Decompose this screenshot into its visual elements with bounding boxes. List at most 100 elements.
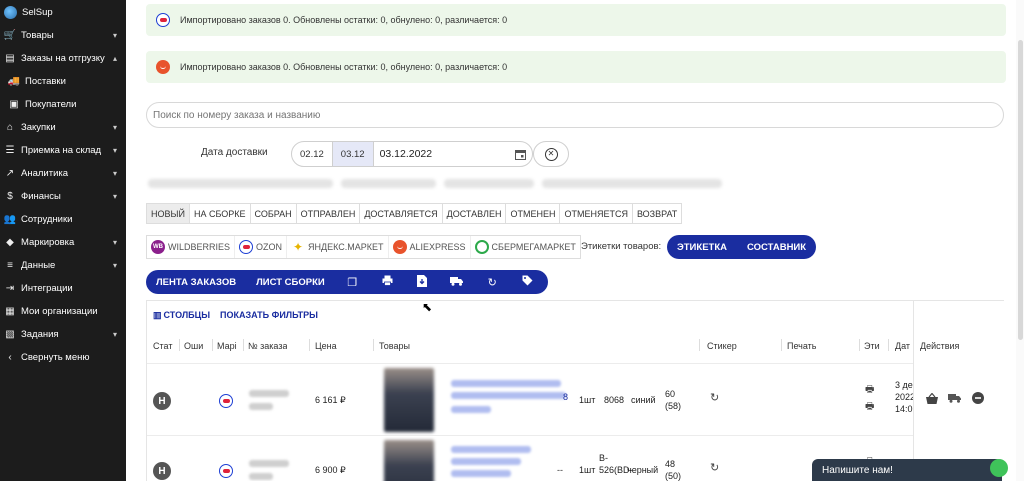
sidebar-item-label: Заказы на отгрузку	[21, 53, 105, 64]
sidebar-item-label: Поставки	[25, 76, 66, 87]
sidebar-item-0[interactable]: 🛒 Товары ▾	[0, 24, 126, 47]
sidebar: SelSup 🛒 Товары ▾ ▤ Заказы на отгрузку ▴ 🚚 Пост…	[0, 0, 126, 481]
product-link[interactable]	[451, 458, 521, 465]
cancel-circle-icon[interactable]	[972, 392, 984, 407]
status-tab-6[interactable]: ОТМЕНЕН	[506, 204, 561, 223]
date-time: 14:0	[895, 404, 913, 414]
aliexpress-icon	[156, 60, 170, 74]
plug-icon: ⇥	[5, 283, 15, 294]
sidebar-item-7[interactable]: $ Финансы ▾	[0, 185, 126, 208]
status-tab-2[interactable]: СОБРАН	[251, 204, 297, 223]
composite-label-button[interactable]: СОСТАВНИК	[737, 235, 816, 259]
sidebar-item-6[interactable]: ↗ Аналитика ▾	[0, 162, 126, 185]
orders-table: ▥ СТОЛБЦЫ ПОКАЗАТЬ ФИЛЬТРЫ Стат Оши Марі …	[146, 300, 1005, 481]
columns-button[interactable]: ▥ СТОЛБЦЫ	[153, 310, 210, 321]
header-goods[interactable]: Товары	[379, 341, 410, 351]
sidebar-item-11[interactable]: ⇥ Интеграции	[0, 277, 126, 300]
labels-title: Этикетки товаров:	[581, 241, 662, 252]
sidebar-item-5[interactable]: ☰ Приемка на склад ▾	[0, 139, 126, 162]
download-document-icon[interactable]	[405, 274, 440, 290]
product-link[interactable]	[451, 446, 531, 453]
pick-list-button[interactable]: ЛИСТ СБОРКИ	[246, 277, 335, 288]
status-tab-0[interactable]: НОВЫЙ	[147, 204, 190, 223]
refresh-icon[interactable]: ↻	[710, 461, 719, 474]
table-row[interactable]: Н 6 161 ₽ 8 1шт 8068 синий 60 (58) ↻ 🖶 🖶…	[147, 363, 1005, 435]
status-tab-5[interactable]: ДОСТАВЛЕН	[443, 204, 507, 223]
sidebar-item-3[interactable]: ▣ Покупатели	[0, 93, 126, 116]
label-button[interactable]: ЭТИКЕТКА	[667, 235, 737, 259]
date-chip-0312[interactable]: 03.12	[332, 142, 374, 166]
header-errors[interactable]: Оши	[184, 341, 210, 351]
show-filters-button[interactable]: ПОКАЗАТЬ ФИЛЬТРЫ	[220, 310, 318, 321]
search-input[interactable]	[146, 102, 1004, 128]
date-input[interactable]: 03.12.2022	[374, 148, 508, 160]
status-tab-3[interactable]: ОТПРАВЛЕН	[297, 204, 361, 223]
product-link[interactable]	[451, 406, 491, 413]
status-tab-8[interactable]: ВОЗВРАТ	[633, 204, 681, 223]
sidebar-item-14[interactable]: ‹ Свернуть меню	[0, 346, 126, 369]
page-scrollbar[interactable]	[1016, 0, 1024, 481]
print-icon[interactable]: 🖶	[865, 382, 874, 399]
brand-name: SelSup	[22, 6, 53, 18]
header-date[interactable]: Дат	[895, 341, 913, 351]
contact-card-icon: ▣	[9, 99, 19, 110]
product-link[interactable]	[451, 392, 566, 399]
orders-toolbar: ЛЕНТА ЗАКАЗОВ ЛИСТ СБОРКИ ❐ ↻	[146, 270, 548, 294]
sidebar-item-10[interactable]: ≡ Данные ▾	[0, 254, 126, 277]
marketplace-sbermegamarket[interactable]: СБЕРМЕГАМАРКЕТ	[471, 236, 580, 258]
tag-icon: ◆	[6, 237, 14, 248]
header-actions[interactable]: Действия	[920, 341, 959, 351]
calendar-icon[interactable]	[508, 142, 532, 166]
notice-text: Импортировано заказов 0. Обновлены остат…	[180, 62, 508, 72]
marketplace-ozon[interactable]: OZON	[235, 236, 288, 258]
marketplace-aliexpress[interactable]: ALIEXPRESS	[389, 236, 471, 258]
truck-icon[interactable]	[440, 276, 475, 289]
header-order-number[interactable]: № заказа	[248, 341, 287, 351]
product-link[interactable]	[451, 470, 511, 477]
status-tab-1[interactable]: НА СБОРКЕ	[190, 204, 251, 223]
header-price[interactable]: Цена	[315, 341, 337, 351]
chat-widget[interactable]: Напишите нам!	[812, 459, 1008, 481]
orders-feed-button[interactable]: ЛЕНТА ЗАКАЗОВ	[146, 277, 246, 288]
brand[interactable]: SelSup	[0, 0, 126, 24]
sidebar-item-label: Финансы	[21, 191, 61, 202]
sidebar-item-9[interactable]: ◆ Маркировка ▾	[0, 231, 126, 254]
product-link[interactable]	[451, 380, 561, 387]
tag-icon[interactable]	[510, 275, 545, 289]
header-status[interactable]: Стат	[153, 341, 179, 351]
product-thumbnail[interactable]	[384, 368, 434, 432]
refresh-icon[interactable]: ↻	[475, 276, 510, 289]
marketplace-wildberries[interactable]: WB WILDBERRIES	[147, 236, 236, 258]
truck-icon[interactable]	[948, 393, 962, 406]
header-print[interactable]: Печать	[787, 341, 816, 351]
sidebar-item-12[interactable]: ▦ Мои организации	[0, 300, 126, 323]
print-icon[interactable]	[370, 275, 405, 289]
scrollbar-thumb[interactable]	[1018, 40, 1023, 340]
status-tabs: НОВЫЙ НА СБОРКЕ СОБРАН ОТПРАВЛЕН ДОСТАВЛЯЕТС…	[146, 203, 683, 224]
sidebar-item-label: Свернуть меню	[21, 352, 90, 363]
shopping-basket-icon[interactable]	[926, 392, 938, 407]
marketplace-yandex[interactable]: ✦ ЯНДЕКС.МАРКЕТ	[287, 236, 389, 258]
status-tab-4[interactable]: ДОСТАВЛЯЕТСЯ	[360, 204, 443, 223]
status-new-badge: Н	[153, 462, 171, 480]
sidebar-item-8[interactable]: 👥 Сотрудники	[0, 208, 126, 231]
header-sticker[interactable]: Стикер	[707, 341, 737, 351]
label-buttons: ЭТИКЕТКА СОСТАВНИК	[667, 235, 817, 259]
header-marketplace[interactable]: Марі	[217, 341, 241, 351]
print-icon[interactable]: 🖶	[865, 399, 874, 416]
date-chip-0212[interactable]: 02.12	[292, 142, 333, 166]
blurred-text	[542, 179, 722, 188]
header-labels[interactable]: Эти	[864, 341, 886, 351]
product-link-suffix[interactable]: 8	[563, 392, 568, 402]
clear-date-button[interactable]: ✕	[533, 141, 569, 167]
sidebar-item-4[interactable]: ⌂ Закупки ▾	[0, 116, 126, 139]
clipboard-icon: ▧	[5, 329, 15, 340]
status-tab-7[interactable]: ОТМЕНЯЕТСЯ	[560, 204, 633, 223]
product-thumbnail[interactable]	[384, 440, 434, 481]
sidebar-item-1[interactable]: ▤ Заказы на отгрузку ▴	[0, 47, 126, 70]
refresh-icon[interactable]: ↻	[710, 391, 719, 404]
sidebar-item-2[interactable]: 🚚 Поставки	[0, 70, 126, 93]
sidebar-item-13[interactable]: ▧ Задания ▾	[0, 323, 126, 346]
ozon-icon	[156, 13, 170, 27]
copy-icon[interactable]: ❐	[335, 276, 370, 289]
